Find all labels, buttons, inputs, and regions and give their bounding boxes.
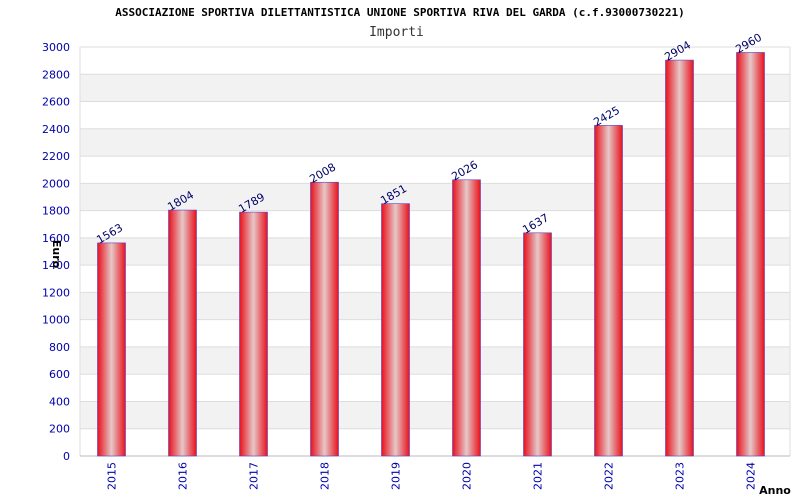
bar-2019 <box>381 203 410 457</box>
x-tick-label: 2016 <box>177 462 190 490</box>
y-tick-label: 3000 <box>42 41 70 54</box>
y-tick-label: 2600 <box>42 96 70 109</box>
bar-2023 <box>665 59 694 457</box>
y-tick-label: 600 <box>49 368 70 381</box>
bar-2022 <box>594 125 623 457</box>
x-tick-label: 2022 <box>603 462 616 490</box>
x-tick-label: 2024 <box>745 462 758 490</box>
y-axis-label: Euro <box>50 240 63 269</box>
x-tick-label: 2021 <box>532 462 545 490</box>
bar-2016 <box>168 209 197 457</box>
x-axis-label: Anno <box>759 484 791 497</box>
bar-2020 <box>452 179 481 457</box>
x-tick-label: 2019 <box>390 462 403 490</box>
bar-2021 <box>523 232 552 457</box>
y-tick-label: 800 <box>49 341 70 354</box>
y-tick-label: 0 <box>63 450 70 463</box>
y-tick-label: 400 <box>49 395 70 408</box>
bar-2017 <box>239 211 268 457</box>
y-tick-label: 2400 <box>42 123 70 136</box>
y-tick-label: 1800 <box>42 205 70 218</box>
x-tick-label: 2023 <box>674 462 687 490</box>
x-tick-label: 2018 <box>319 462 332 490</box>
bar-2015 <box>97 242 126 457</box>
y-tick-label: 1200 <box>42 286 70 299</box>
x-tick-label: 2015 <box>106 462 119 490</box>
y-tick-label: 200 <box>49 423 70 436</box>
bar-2018 <box>310 181 339 457</box>
chart-root: ASSOCIAZIONE SPORTIVA DILETTANTISTICA UN… <box>0 0 800 500</box>
y-tick-label: 1000 <box>42 314 70 327</box>
x-tick-label: 2020 <box>461 462 474 490</box>
bar-chart: 0200400600800100012001400160018002000220… <box>42 31 791 497</box>
x-tick-label: 2017 <box>248 462 261 490</box>
bar-2024 <box>736 52 765 457</box>
y-tick-label: 2200 <box>42 150 70 163</box>
y-tick-label: 2800 <box>42 68 70 81</box>
y-tick-label: 2000 <box>42 177 70 190</box>
